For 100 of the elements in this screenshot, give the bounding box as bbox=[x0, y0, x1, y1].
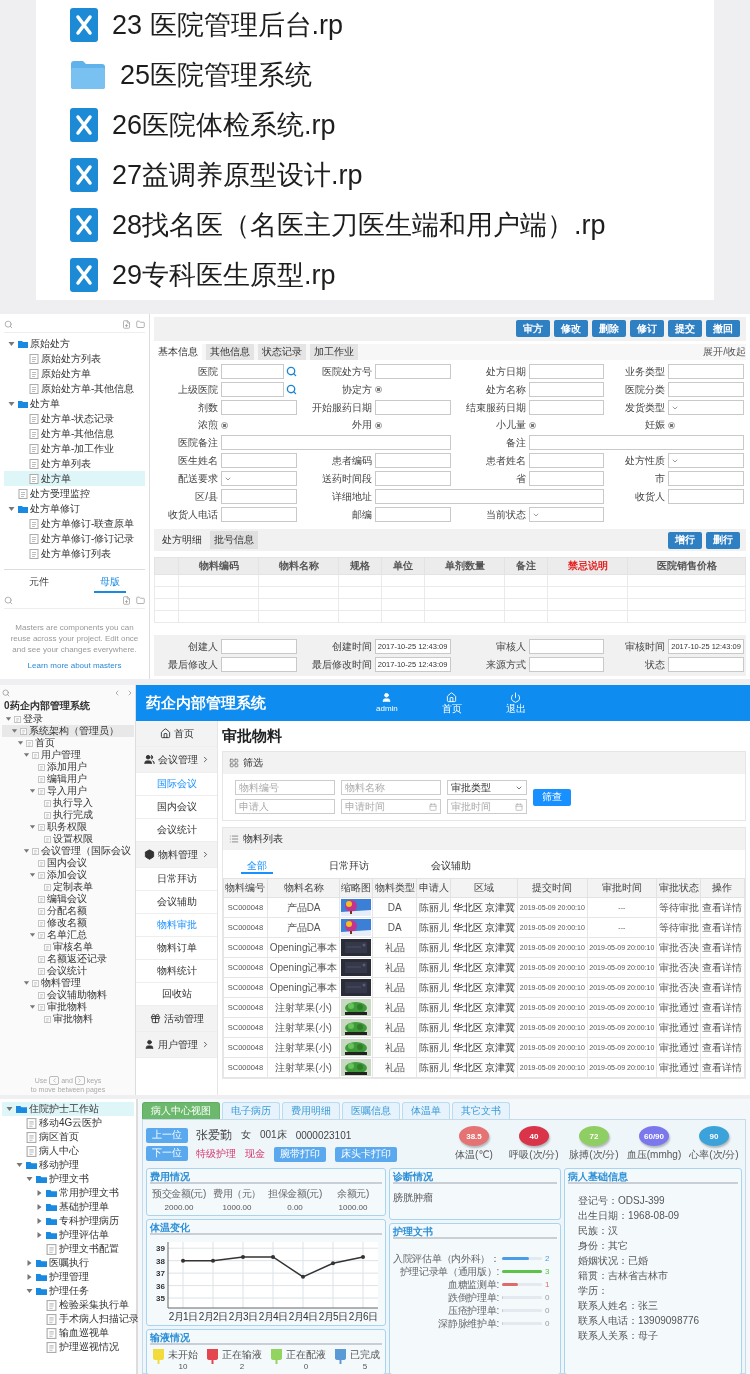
radio-button[interactable] bbox=[221, 421, 228, 429]
panel-tab[interactable]: 元件 bbox=[23, 573, 56, 593]
tree-item[interactable]: 护理任务 bbox=[2, 1284, 134, 1298]
input-field[interactable] bbox=[221, 364, 284, 379]
nav-item[interactable]: 活动管理 bbox=[136, 1006, 217, 1032]
tree-item[interactable]: 移动4G云医护 bbox=[2, 1116, 134, 1130]
caret-icon[interactable] bbox=[25, 1273, 34, 1281]
caret-icon[interactable] bbox=[35, 1189, 44, 1197]
detail-link[interactable]: 查看详情 bbox=[700, 1017, 745, 1038]
tree-item[interactable]: 处方单-状态记录 bbox=[4, 411, 145, 426]
search-icon[interactable] bbox=[285, 384, 297, 395]
input-field[interactable] bbox=[221, 489, 297, 504]
tree-item[interactable]: 审批物料 bbox=[2, 1001, 134, 1013]
caret-icon[interactable] bbox=[35, 1217, 44, 1225]
input-field[interactable] bbox=[374, 489, 605, 504]
input-field[interactable] bbox=[374, 453, 451, 468]
radio-button[interactable] bbox=[374, 421, 382, 429]
expand-link[interactable]: 展开/收起 bbox=[703, 345, 746, 359]
detail-tab[interactable]: 批号信息 bbox=[210, 531, 258, 549]
tree-item[interactable]: 病人中心 bbox=[2, 1144, 134, 1158]
list-tab[interactable]: 会议辅助 bbox=[425, 856, 477, 874]
caret-icon[interactable] bbox=[23, 979, 30, 987]
select-field[interactable]: 审批类型 bbox=[447, 780, 527, 795]
tree-item[interactable]: 执行导入 bbox=[2, 797, 134, 809]
tree-item[interactable]: 名额返还记录 bbox=[2, 953, 134, 965]
tree-item[interactable]: 原始处方单-其他信息 bbox=[4, 381, 145, 396]
tree-item[interactable]: 添加用户 bbox=[2, 761, 134, 773]
input-field[interactable] bbox=[528, 657, 605, 672]
caret-icon[interactable] bbox=[17, 739, 24, 747]
toolbar-button[interactable]: 审方 bbox=[516, 320, 550, 337]
tree-item[interactable]: 编辑会议 bbox=[2, 893, 134, 905]
input-field[interactable] bbox=[668, 382, 744, 397]
caret-icon[interactable] bbox=[29, 787, 36, 795]
tree-item[interactable]: 审核名单 bbox=[2, 941, 134, 953]
caret-icon[interactable] bbox=[15, 1161, 24, 1169]
tree-item[interactable]: 处方单修订-联查原单 bbox=[4, 516, 145, 531]
file-name[interactable]: 25医院管理系统 bbox=[120, 57, 313, 93]
form-tab[interactable]: 其他信息 bbox=[206, 344, 254, 360]
row-button[interactable]: 增行 bbox=[668, 531, 702, 549]
input-field[interactable] bbox=[374, 507, 451, 522]
nav-item[interactable]: 会议管理 bbox=[136, 747, 217, 773]
tree-item[interactable]: 处方单-加工作业 bbox=[4, 441, 145, 456]
caret-icon[interactable] bbox=[7, 399, 16, 408]
caret-icon[interactable] bbox=[29, 871, 36, 879]
tree-item[interactable]: 处方单修订-修订记录 bbox=[4, 531, 145, 546]
tree-item[interactable]: 常用护理文书 bbox=[2, 1186, 134, 1200]
detail-link[interactable]: 查看详情 bbox=[700, 917, 745, 938]
form-tab[interactable]: 加工作业 bbox=[310, 344, 358, 360]
tree-item[interactable]: 专科护理病历 bbox=[2, 1214, 134, 1228]
tree-item[interactable]: 处方受理监控 bbox=[4, 486, 145, 501]
tree-item[interactable]: 编辑用户 bbox=[2, 773, 134, 785]
tree-item[interactable]: 物料管理 bbox=[2, 977, 134, 989]
search-icon[interactable] bbox=[4, 320, 13, 329]
detail-link[interactable]: 查看详情 bbox=[700, 1037, 745, 1058]
tree-item[interactable]: 登录 bbox=[2, 713, 134, 725]
input-field[interactable] bbox=[221, 435, 451, 450]
form-tab[interactable]: 状态记录 bbox=[258, 344, 306, 360]
file-name[interactable]: 27益调养原型设计.rp bbox=[112, 157, 363, 193]
detail-link[interactable]: 查看详情 bbox=[700, 957, 745, 978]
tree-item[interactable]: 导入用户 bbox=[2, 785, 134, 797]
tree-item[interactable]: 输血巡视单 bbox=[2, 1326, 134, 1340]
file-name[interactable]: 29专科医生原型.rp bbox=[112, 257, 336, 293]
tree-item[interactable]: 定制表单 bbox=[2, 881, 134, 893]
tree-item[interactable]: 护理文书 bbox=[2, 1172, 134, 1186]
caret-icon[interactable] bbox=[11, 727, 18, 735]
input-field[interactable] bbox=[528, 471, 605, 486]
input-field[interactable] bbox=[528, 400, 605, 415]
next-icon[interactable] bbox=[126, 689, 134, 697]
file-name[interactable]: 28找名医（名医主刀医生端和用户端）.rp bbox=[112, 207, 606, 243]
search-icon[interactable] bbox=[4, 596, 13, 605]
caret-icon[interactable] bbox=[23, 847, 30, 855]
tree-item[interactable]: 医嘱执行 bbox=[2, 1256, 134, 1270]
tree-item[interactable]: 审批物料 bbox=[2, 1013, 134, 1025]
caret-icon[interactable] bbox=[29, 823, 36, 831]
tree-item[interactable]: 首页 bbox=[2, 737, 134, 749]
tree-item[interactable]: 系统架构（管理员） bbox=[2, 725, 134, 737]
add-folder-icon[interactable] bbox=[136, 596, 145, 605]
input-field[interactable] bbox=[221, 400, 297, 415]
toolbar-button[interactable]: 撤回 bbox=[706, 320, 740, 337]
radio-button[interactable] bbox=[374, 386, 382, 393]
tree-item[interactable]: 名单汇总 bbox=[2, 929, 134, 941]
input-field[interactable] bbox=[221, 453, 297, 468]
tree-item[interactable]: 住院护士工作站 bbox=[2, 1102, 134, 1116]
input-field[interactable] bbox=[528, 453, 605, 468]
input-field[interactable] bbox=[528, 364, 605, 379]
row-button[interactable]: 删行 bbox=[706, 531, 740, 549]
input-field[interactable] bbox=[221, 639, 297, 654]
detail-link[interactable]: 查看详情 bbox=[700, 937, 745, 958]
select-field[interactable] bbox=[528, 507, 605, 522]
caret-icon[interactable] bbox=[35, 1231, 44, 1239]
caret-icon[interactable] bbox=[5, 1105, 14, 1113]
tree-item[interactable]: 修改名额 bbox=[2, 917, 134, 929]
tree-item[interactable]: 会议管理（国际会议 bbox=[2, 845, 134, 857]
tree-item[interactable]: 护理管理 bbox=[2, 1270, 134, 1284]
tree-item[interactable]: 处方单修订列表 bbox=[4, 546, 145, 561]
toolbar-button[interactable]: 删除 bbox=[592, 320, 626, 337]
file-name[interactable]: 26医院体检系统.rp bbox=[112, 107, 336, 143]
detail-tab[interactable]: 处方明细 bbox=[158, 531, 206, 549]
radio-button[interactable] bbox=[528, 421, 536, 429]
caret-icon[interactable] bbox=[23, 751, 30, 759]
